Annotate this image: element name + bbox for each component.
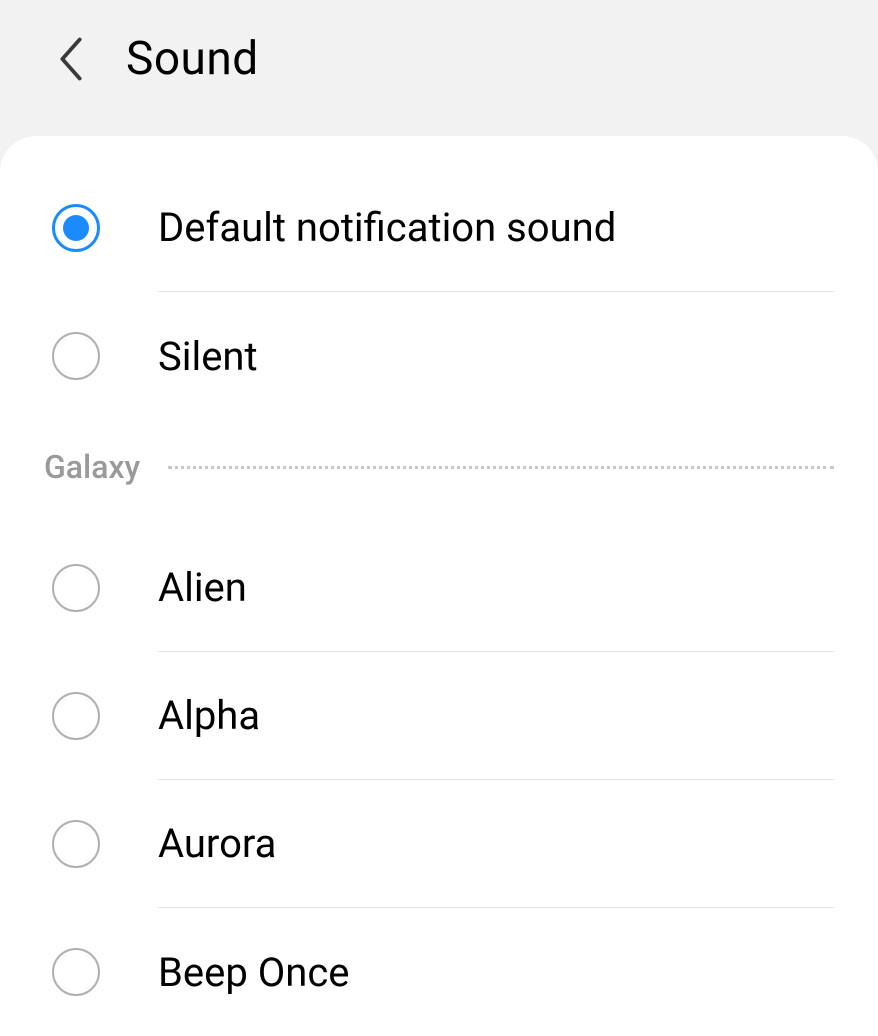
radio-silent[interactable] — [52, 332, 100, 380]
back-button[interactable] — [56, 35, 86, 83]
radio-alpha[interactable] — [52, 692, 100, 740]
sound-option-alpha[interactable]: Alpha — [0, 652, 878, 780]
radio-circle-icon — [52, 332, 100, 380]
section-title: Galaxy — [44, 448, 140, 486]
radio-circle-icon — [52, 820, 100, 868]
option-label: Aurora — [158, 780, 834, 907]
option-label: Beep Once — [158, 909, 834, 1036]
radio-alien[interactable] — [52, 564, 100, 612]
sound-option-beep-once[interactable]: Beep Once — [0, 908, 878, 1036]
option-label: Alpha — [158, 652, 834, 779]
section-header-galaxy: Galaxy — [0, 420, 878, 524]
radio-aurora[interactable] — [52, 820, 100, 868]
option-label: Alien — [158, 524, 834, 651]
radio-circle-icon — [52, 692, 100, 740]
radio-circle-icon — [52, 948, 100, 996]
sound-option-silent[interactable]: Silent — [0, 292, 878, 420]
content-card: Default notification sound Silent Galaxy… — [0, 136, 878, 1036]
option-label: Silent — [158, 293, 834, 420]
divider-dotted — [168, 466, 834, 469]
chevron-left-icon — [58, 37, 84, 81]
radio-dot-icon — [63, 215, 89, 241]
sound-option-alien[interactable]: Alien — [0, 524, 878, 652]
page-title: Sound — [126, 32, 259, 86]
radio-default[interactable] — [52, 204, 100, 252]
radio-beep-once[interactable] — [52, 948, 100, 996]
radio-circle-icon — [52, 204, 100, 252]
sound-option-aurora[interactable]: Aurora — [0, 780, 878, 908]
radio-circle-icon — [52, 564, 100, 612]
option-label: Default notification sound — [158, 164, 834, 291]
sound-option-default[interactable]: Default notification sound — [0, 164, 878, 292]
header: Sound — [0, 0, 878, 136]
